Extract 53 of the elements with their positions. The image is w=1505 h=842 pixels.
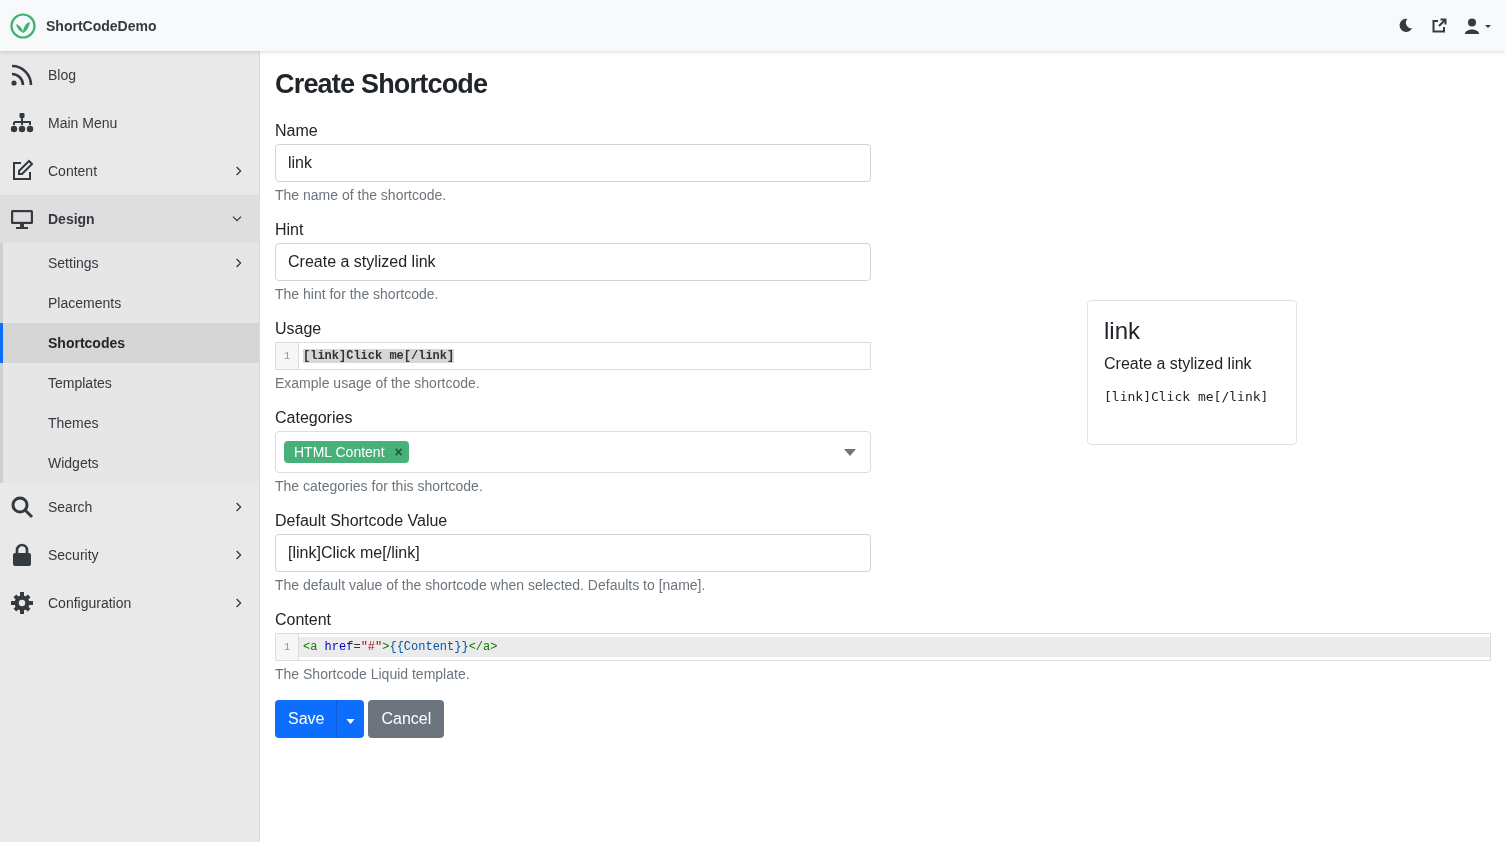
field-label: Categories bbox=[275, 409, 354, 427]
help-text: The categories for this shortcode. bbox=[275, 478, 484, 494]
code-editor[interactable]: 1 <a href="#">{{Content}}</a> bbox=[275, 633, 1491, 661]
help-text: Example usage of the shortcode. bbox=[275, 375, 481, 391]
sidebar-subitem[interactable]: Templates bbox=[3, 363, 259, 403]
save-button[interactable]: Save bbox=[275, 700, 337, 738]
field-label: Usage bbox=[275, 320, 323, 338]
help-text: The Shortcode Liquid template. bbox=[275, 666, 471, 682]
sidebar-subitem[interactable]: Settings bbox=[3, 243, 259, 283]
settings-icon bbox=[10, 591, 34, 615]
sidebar-item[interactable]: Content bbox=[0, 147, 259, 195]
sidebar-subitem[interactable]: Widgets bbox=[3, 443, 259, 483]
sidebar-item[interactable]: Search bbox=[0, 483, 259, 531]
preview-title: link bbox=[1104, 317, 1141, 345]
help-text: The default value of the shortcode when selected. Defaults to [name]. bbox=[275, 577, 707, 593]
tag-label: HTML Content bbox=[294, 444, 385, 460]
text-input[interactable]: [link]Click me[/link] bbox=[275, 534, 871, 572]
sitemap-icon bbox=[10, 111, 34, 135]
text-input[interactable]: link bbox=[275, 144, 871, 182]
field-label: Name bbox=[275, 122, 319, 140]
text-input[interactable]: Create a stylized link bbox=[275, 243, 871, 281]
sidebar-item[interactable]: Configuration bbox=[0, 579, 259, 627]
sidebar-item[interactable]: Blog bbox=[0, 51, 259, 99]
help-text: The hint for the shortcode. bbox=[275, 286, 440, 302]
field-label: Hint bbox=[275, 221, 305, 239]
line-number: 1 bbox=[276, 343, 299, 369]
user-menu-icon[interactable] bbox=[1465, 17, 1493, 34]
preview-hint: Create a stylized link bbox=[1104, 355, 1253, 373]
field-label: Default Shortcode Value bbox=[275, 512, 449, 530]
edit-icon bbox=[10, 159, 34, 183]
desktop-icon bbox=[10, 207, 34, 231]
caret-down-icon[interactable] bbox=[844, 448, 856, 456]
field-label: Content bbox=[275, 611, 333, 629]
page-title: Create Shortcode bbox=[275, 69, 489, 100]
sidebar-item[interactable]: Main Menu bbox=[0, 99, 259, 147]
save-options-button[interactable] bbox=[336, 700, 365, 738]
rss-icon bbox=[10, 63, 34, 87]
help-text: The name of the shortcode. bbox=[275, 187, 448, 203]
lock-icon bbox=[10, 543, 34, 567]
external-link-icon[interactable] bbox=[1431, 17, 1447, 34]
sidebar-item[interactable]: Design bbox=[0, 195, 259, 243]
sidebar-item[interactable]: Security bbox=[0, 531, 259, 579]
cancel-button[interactable]: Cancel bbox=[368, 700, 445, 738]
brand-name[interactable]: ShortCodeDemo bbox=[46, 17, 157, 34]
sidebar-subitem[interactable]: Themes bbox=[3, 403, 259, 443]
line-number: 1 bbox=[276, 634, 299, 660]
sidebar-subitem[interactable]: Placements bbox=[3, 283, 259, 323]
caret-down-icon bbox=[346, 719, 356, 724]
moon-icon[interactable] bbox=[1398, 18, 1413, 33]
search-icon bbox=[10, 495, 34, 519]
sidebar-subitem[interactable]: Shortcodes bbox=[0, 323, 259, 363]
code-editor[interactable]: 1 [link]Click me[/link] bbox=[275, 342, 871, 370]
preview-usage: [link]Click me[/link] bbox=[1104, 389, 1270, 404]
